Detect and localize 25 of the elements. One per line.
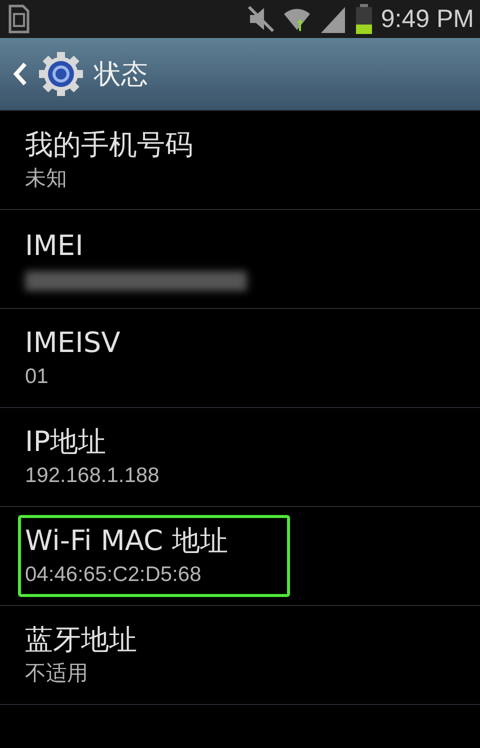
item-title: IP地址 <box>25 424 108 460</box>
item-value: 04:46:65:C2:D5:68 <box>25 562 202 588</box>
mute-icon <box>246 5 275 33</box>
item-value: 未知 <box>25 166 68 192</box>
back-icon[interactable] <box>12 61 28 87</box>
sim-card-icon <box>8 4 30 34</box>
screen-title: 状态 <box>94 58 148 92</box>
status-time: 9:49 PM <box>380 4 474 34</box>
battery-icon <box>354 4 373 34</box>
item-value: 01 <box>25 364 50 390</box>
gear-icon <box>38 51 84 97</box>
status-item[interactable]: IMEI <box>18 220 480 298</box>
item-title: IMEISV <box>25 325 122 361</box>
item-title: Wi-Fi MAC 地址 <box>25 523 229 559</box>
item-title: 蓝牙地址 <box>25 622 138 658</box>
item-title: 我的手机号码 <box>25 127 194 163</box>
item-title: IMEI <box>25 228 84 264</box>
status-item[interactable]: 蓝牙地址 不适用 <box>18 614 480 696</box>
signal-icon <box>318 5 347 33</box>
item-value: 不适用 <box>25 661 89 687</box>
highlight-frame[interactable]: Wi-Fi MAC 地址 04:46:65:C2:D5:68 <box>18 515 290 597</box>
status-item[interactable]: 我的手机号码 未知 <box>18 119 480 201</box>
item-value: 192.168.1.188 <box>25 463 160 489</box>
status-item[interactable]: IP地址 192.168.1.188 <box>18 416 480 498</box>
status-item[interactable]: IMEISV 01 <box>18 317 480 399</box>
